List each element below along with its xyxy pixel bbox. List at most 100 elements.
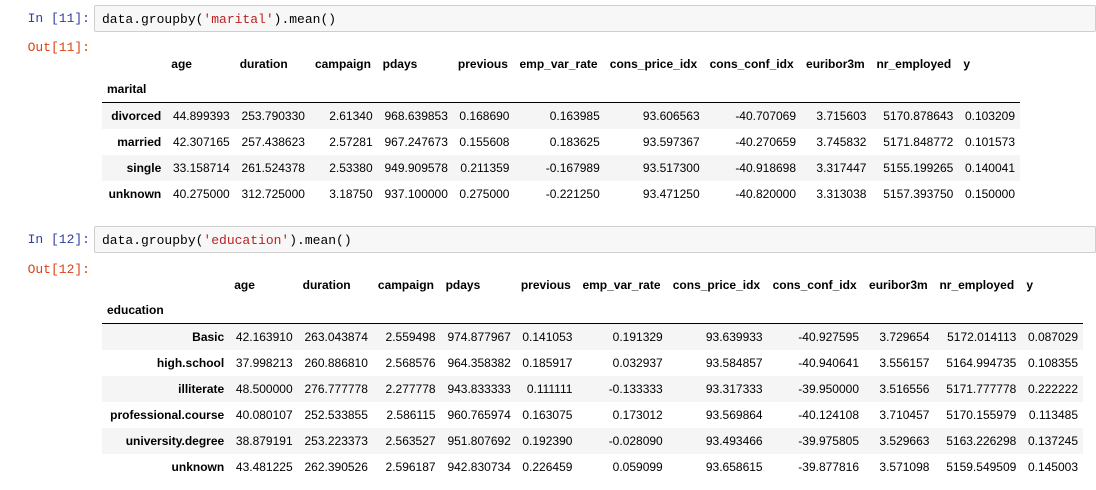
table-cell: 93.597367 [642,134,700,149]
table-cell: -40.918698 [735,160,797,175]
table-cell: 3.715603 [816,108,867,123]
column-header: campaign [377,277,434,292]
table-cell: -39.877816 [798,459,860,474]
table-row: unknown 43.481225 262.390526 2.596187 942.83… [102,454,1083,480]
table-cell: 5163.226298 [946,433,1017,448]
table-cell: -40.940641 [798,355,860,370]
table-cell: 42.307165 [172,134,230,149]
row-index: Basic [192,329,225,344]
table-cell: 5171.848772 [883,134,954,149]
code-input[interactable]: data.groupby('marital').mean() [94,5,1096,32]
index-name-row: education [102,297,1083,324]
row-index: married [117,134,162,149]
table-cell: 37.998213 [235,355,293,370]
table-cell: 260.886810 [304,355,368,370]
table-cell: 33.158714 [172,160,230,175]
table-cell: 942.830734 [447,459,511,474]
table-cell: -40.707069 [735,108,797,123]
table-cell: 2.277778 [385,381,436,396]
index-name-spacer [864,297,934,324]
table-row: married 42.307165 257.438623 2.57281 967.247… [102,129,1020,155]
table-cell: 261.524378 [241,160,305,175]
table-cell: 2.61340 [329,108,373,123]
table-cell: 0.155608 [459,134,510,149]
index-name-spacer [705,76,801,103]
table-cell: 0.173012 [612,407,663,422]
index-name-spacer [871,76,958,103]
table-cell: -0.028090 [608,433,663,448]
code-string: 'marital' [203,12,274,27]
code-input[interactable]: data.groupby('education').mean() [94,226,1096,253]
table-cell: 93.584857 [705,355,763,370]
table-cell: 5170.155979 [946,407,1017,422]
index-name-spacer [1021,297,1083,324]
table-cell: 2.57281 [329,134,373,149]
in-prompt: In [11]: [27,11,90,26]
column-header: age [171,56,192,71]
table-cell: 0.191329 [612,329,663,344]
column-header: cons_conf_idx [709,56,794,71]
row-index: high.school [156,355,225,370]
index-corner [102,51,166,76]
index-name-spacer [453,76,515,103]
table-cell: -40.270659 [735,134,797,149]
table-cell: 93.493466 [705,433,763,448]
table-cell: 3.313038 [816,186,867,201]
table-row: university.degree 38.879191 253.223373 2.56… [102,427,1083,454]
column-header: pdays [445,277,481,292]
table-cell: 3.571098 [879,459,930,474]
table-cell: 937.100000 [384,186,448,201]
index-name-spacer [577,297,667,324]
index-name-spacer [958,76,1020,103]
table-cell: -39.950000 [798,381,860,396]
table-row: illiterate 48.500000 276.777778 2.277778 943… [102,375,1083,402]
table-cell: 253.790330 [241,108,305,123]
index-name-row: marital [102,76,1020,103]
table-cell: 0.059099 [612,459,663,474]
table-row: high.school 37.998213 260.886810 2.568576 96… [102,350,1083,376]
table-cell: 43.481225 [235,459,293,474]
column-header: cons_price_idx [672,277,761,292]
column-header-row: age duration campaign pdays previous emp_var_… [102,272,1083,297]
table-cell: 5171.777778 [946,381,1017,396]
row-index: divorced [111,108,162,123]
table-cell: 93.606563 [642,108,700,123]
index-name-spacer [229,297,297,324]
code-text: data.groupby( [102,233,204,248]
table-cell: 0.032937 [612,355,663,370]
table-row: single 33.158714 261.524378 2.53380 949.9095… [102,154,1020,181]
table-cell: 5172.014113 [947,329,1017,344]
table-cell: -0.221250 [545,186,600,201]
out-prompt: Out[12]: [27,262,90,277]
table-cell: 0.168690 [459,108,510,123]
table-cell: 5155.199265 [883,160,954,175]
index-name: education [107,303,164,317]
table-cell: 964.358382 [447,355,511,370]
notebook-cell-11: In [11]: data.groupby('marital').mean() … [0,0,1096,215]
column-header: pdays [382,56,418,71]
table-row: Basic 42.163910 263.043874 2.559498 974.8779… [102,323,1083,350]
column-header: previous [520,277,571,292]
column-header: duration [239,56,288,71]
table-cell: -0.167989 [545,160,600,175]
table-cell: 0.150000 [964,186,1015,201]
index-name-spacer [166,76,234,103]
table-cell: 943.833333 [447,381,511,396]
column-header-row: age duration campaign pdays previous emp_var_… [102,51,1020,76]
column-header: nr_employed [939,277,1015,292]
row-index: single [126,160,162,175]
table-cell: 5159.549509 [946,459,1017,474]
table-cell: 0.103209 [964,108,1015,123]
index-name-spacer [514,76,604,103]
table-cell: 3.529663 [879,433,930,448]
index-name-spacer [378,76,453,103]
column-header: age [234,277,255,292]
table-cell: 3.729654 [879,329,930,344]
row-index: illiterate [178,381,225,396]
table-cell: 3.556157 [879,355,930,370]
table-cell: 0.163985 [549,108,600,123]
table-cell: 253.223373 [304,433,368,448]
table-cell: 0.185917 [522,355,573,370]
column-header: previous [457,56,508,71]
out-prompt: Out[11]: [27,40,90,55]
